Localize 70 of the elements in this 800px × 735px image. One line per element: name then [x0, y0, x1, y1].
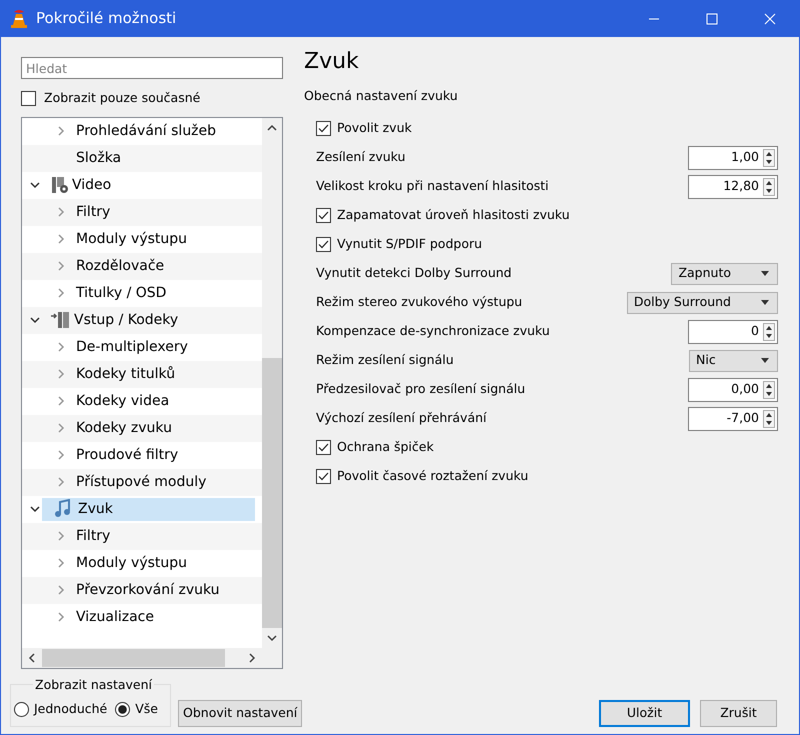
- caret-icon: [761, 358, 769, 364]
- tree-item[interactable]: Prohledávání služeb: [73, 120, 220, 143]
- input-codec-icon: [51, 311, 71, 330]
- vertical-scrollbar[interactable]: [262, 118, 282, 648]
- spin-arrows-icon[interactable]: [763, 380, 775, 399]
- checkbox-label: Povolit zvuk: [337, 119, 412, 138]
- tree-item[interactable]: Vizualizace: [73, 606, 157, 629]
- tree-item[interactable]: Proudové filtry: [73, 444, 182, 467]
- setting-label: Režim zesílení signálu: [316, 351, 454, 370]
- checkbox-label: Povolit časové roztažení zvuku: [337, 467, 528, 486]
- tree-item[interactable]: Složka: [73, 146, 124, 170]
- radio-label: Vše: [135, 700, 158, 718]
- checkbox[interactable]: [316, 237, 331, 252]
- tree-item[interactable]: Video: [69, 174, 114, 197]
- tree-item[interactable]: Zvuk: [42, 498, 255, 521]
- spin-arrows-icon[interactable]: [763, 148, 775, 167]
- dropdown[interactable]: Nic: [689, 350, 778, 372]
- spin-arrows-icon[interactable]: [763, 322, 775, 341]
- setting-label: Kompenzace de-synchronizace zvuku: [316, 322, 550, 340]
- setting-label: Výchozí zesílení přehrávání: [316, 409, 486, 428]
- cancel-button[interactable]: Zrušit: [700, 700, 777, 727]
- tree-item[interactable]: Moduly výstupu: [73, 228, 190, 251]
- setting-label: Režim stereo zvukového výstupu: [316, 293, 522, 312]
- setting-label: Předzesilovač pro zesílení signálu: [316, 380, 526, 398]
- radio-button[interactable]: [115, 702, 130, 717]
- tree-item[interactable]: Kodeky videa: [73, 390, 172, 413]
- save-button[interactable]: Uložit: [599, 700, 690, 727]
- panel-title: Zvuk: [304, 49, 360, 76]
- checkbox[interactable]: [21, 90, 36, 106]
- spin-field[interactable]: 0: [688, 320, 778, 344]
- spin-arrows-icon[interactable]: [763, 410, 775, 428]
- search-field[interactable]: Hledat: [21, 57, 283, 79]
- music-note-icon: [54, 499, 72, 520]
- checkbox[interactable]: [316, 440, 331, 456]
- checkbox-label: Ochrana špiček: [337, 438, 434, 456]
- reset-button[interactable]: Obnovit nastavení: [178, 700, 302, 727]
- setting-label: Zesílení zvuku: [316, 148, 406, 166]
- checkbox[interactable]: [316, 121, 331, 136]
- maximize-icon: [706, 12, 718, 24]
- tree-item[interactable]: Titulky / OSD: [73, 282, 170, 305]
- spin-field[interactable]: 0,00: [688, 378, 778, 402]
- horizontal-scrollbar[interactable]: [22, 648, 262, 668]
- setting-label: Vynutit detekci Dolby Surround: [316, 264, 512, 282]
- checkbox-label: Zapamatovat úroveň hlasitosti zvuku: [337, 206, 570, 224]
- spin-arrows-icon[interactable]: [763, 178, 775, 196]
- film-gear-icon: [51, 176, 69, 194]
- tree-item[interactable]: Filtry: [73, 200, 114, 224]
- caret-icon: [761, 271, 769, 276]
- checkbox[interactable]: [316, 469, 331, 484]
- scroll-thumb[interactable]: [42, 648, 225, 667]
- spin-field[interactable]: 1,00: [688, 146, 778, 170]
- tree-item[interactable]: Moduly výstupu: [73, 552, 190, 575]
- window-title: Pokročilé možnosti: [36, 8, 176, 30]
- setting-label: Velikost kroku při nastavení hlasitosti: [316, 177, 549, 196]
- tree-item[interactable]: De-multiplexery: [73, 336, 191, 359]
- caret-icon: [761, 300, 769, 306]
- dropdown[interactable]: Zapnuto: [671, 262, 778, 285]
- spin-field[interactable]: -7,00: [688, 406, 778, 431]
- section-title: Obecná nastavení zvuku: [304, 88, 458, 104]
- spin-field[interactable]: 12,80: [688, 174, 778, 199]
- radio-label: Jednoduché: [34, 700, 108, 718]
- dropdown[interactable]: Dolby Surround: [626, 292, 778, 314]
- checkbox-label: Zobrazit pouze současné: [44, 89, 200, 107]
- scroll-thumb[interactable]: [262, 358, 282, 628]
- close-icon: [764, 12, 776, 24]
- tree-item[interactable]: Filtry: [73, 524, 114, 548]
- cone-icon: [10, 8, 28, 28]
- radio-button[interactable]: [14, 702, 29, 717]
- checkbox-label: Vynutit S/PDIF podporu: [337, 235, 482, 254]
- checkbox[interactable]: [316, 208, 331, 224]
